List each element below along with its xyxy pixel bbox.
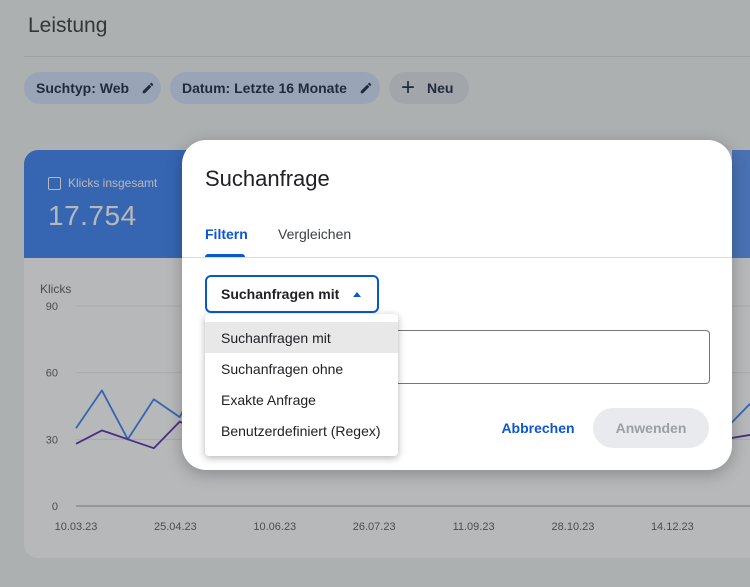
- caret-up-icon: [353, 292, 361, 297]
- filter-type-select[interactable]: Suchanfragen mit: [205, 275, 379, 313]
- tab-divider: [182, 257, 732, 258]
- dialog-title: Suchanfrage: [205, 166, 330, 191]
- apply-button[interactable]: Anwenden: [593, 408, 709, 448]
- cancel-button[interactable]: Abbrechen: [494, 410, 582, 446]
- tab-filter[interactable]: Filtern: [205, 226, 248, 242]
- menu-item-contains[interactable]: Suchanfragen mit: [205, 322, 398, 353]
- query-text-field[interactable]: [394, 330, 710, 384]
- menu-item-exact[interactable]: Exakte Anfrage: [205, 384, 398, 415]
- tab-compare[interactable]: Vergleichen: [278, 226, 351, 242]
- filter-type-menu: Suchanfragen mit Suchanfragen ohne Exakt…: [205, 314, 398, 456]
- menu-item-not-contains[interactable]: Suchanfragen ohne: [205, 353, 398, 384]
- menu-item-regex[interactable]: Benutzerdefiniert (Regex): [205, 415, 398, 446]
- filter-type-select-value: Suchanfragen mit: [221, 286, 340, 302]
